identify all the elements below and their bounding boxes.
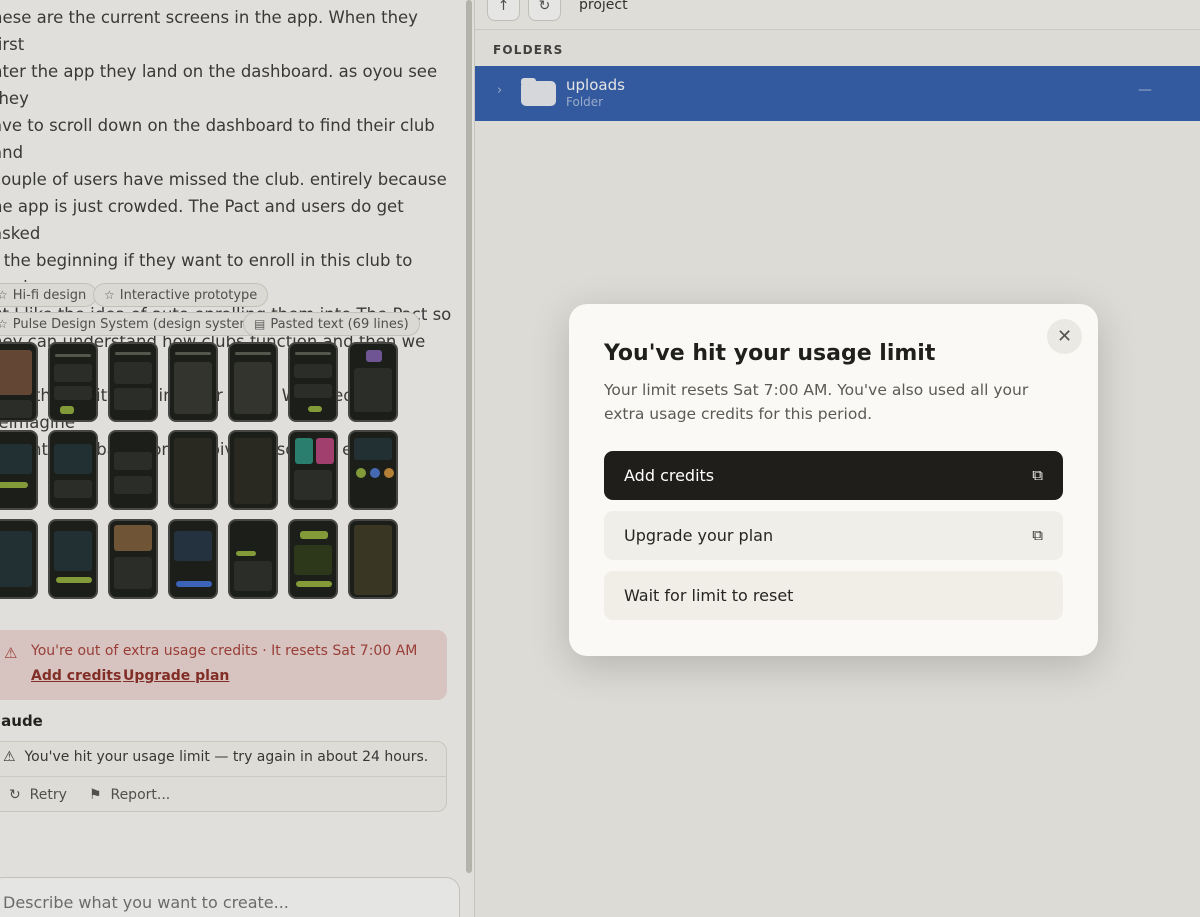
close-icon: ✕ bbox=[1056, 326, 1073, 347]
dialog-title: You've hit your usage limit bbox=[604, 341, 936, 366]
wait-for-reset-button[interactable]: Wait for limit to reset bbox=[604, 571, 1063, 620]
upgrade-plan-button[interactable]: Upgrade your plan ⧉ bbox=[604, 511, 1063, 560]
usage-limit-dialog: ✕ You've hit your usage limit Your limit… bbox=[569, 304, 1098, 656]
dialog-description: Your limit resets Sat 7:00 AM. You've al… bbox=[604, 381, 1029, 423]
add-credits-button[interactable]: Add credits ⧉ bbox=[604, 451, 1063, 500]
external-link-icon: ⧉ bbox=[1032, 526, 1043, 544]
close-button[interactable]: ✕ bbox=[1047, 319, 1082, 354]
external-link-icon: ⧉ bbox=[1032, 466, 1043, 484]
